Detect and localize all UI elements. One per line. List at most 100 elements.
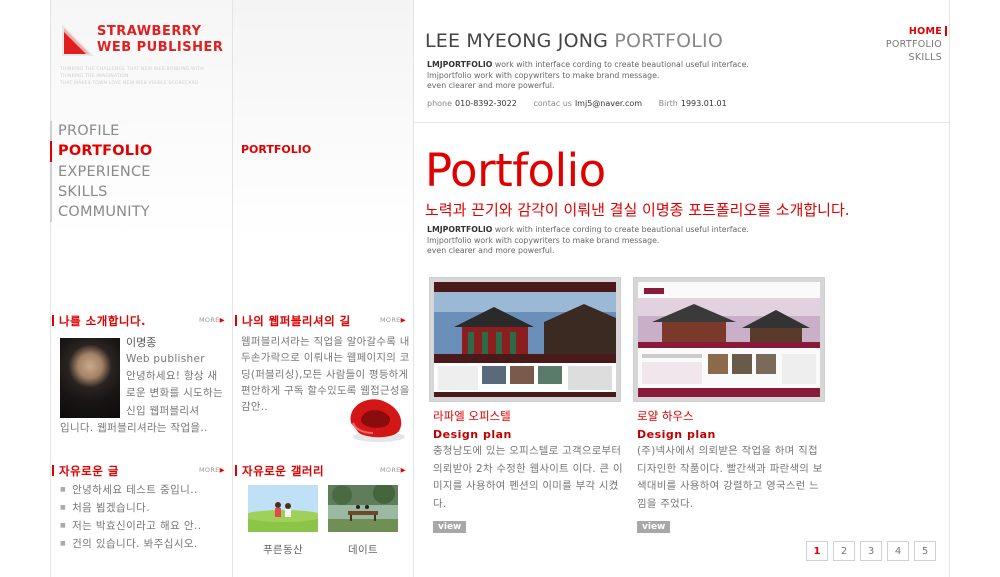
road-heading: 나의 웹퍼블리셔의 길 — [235, 313, 351, 329]
intro-heading: 나를 소개합니다. — [52, 313, 146, 329]
page-title: Portfolio — [425, 144, 606, 197]
more-arrow-icon: ▶ — [400, 316, 406, 324]
header-desc-line1: work with interface cording to create be… — [492, 60, 749, 69]
contact-info: phone 010-8392-3022 contac us lmj5@naver.c… — [427, 99, 741, 108]
screenshot-1-graphic — [434, 282, 616, 397]
site-screenshot-image — [434, 282, 616, 397]
page-button[interactable]: 2 — [833, 541, 855, 561]
board-more-label: MORE — [199, 466, 220, 474]
portfolio-title[interactable]: 라파엘 오피스텔 — [433, 408, 623, 424]
gallery-item[interactable]: 푸른동산 — [243, 485, 323, 557]
breadcrumb: PORTFOLIO — [241, 143, 312, 156]
logo-tagline-3: THAT MAKES TOWN LOVE NEW WEB VISIBLE SCO… — [60, 81, 199, 86]
page-subtitle: 노력과 끈기와 감각이 이뤄낸 결실 이명종 포트폴리오를 소개합니다. — [425, 201, 850, 219]
gallery-caption: 푸른동산 — [263, 544, 303, 556]
site-screenshot-image — [638, 282, 820, 397]
email-link[interactable]: lmj5@naver.com — [575, 99, 642, 108]
pagination: 1 2 3 4 5 — [806, 541, 936, 561]
site-title-suffix: PORTFOLIO — [614, 30, 723, 52]
topnav-home[interactable]: HOME — [886, 25, 942, 38]
logo-text: STRAWBERRY WEB PUBLISHER — [97, 24, 223, 56]
portfolio-description: 충청남도에 있는 오피스텔로 고객으로부터 의뢰받아 2차 수정한 웹사이트 이… — [433, 445, 623, 510]
top-nav: HOME PORTFOLIO SKILLS — [886, 25, 942, 64]
intro-more-label: MORE — [199, 316, 220, 324]
topnav-skills[interactable]: SKILLS — [886, 51, 942, 64]
gallery-heading: 자유로운 갤러리 — [235, 463, 324, 479]
gallery-list: 푸른동산 데이트 — [243, 482, 398, 557]
email-label: contac us — [533, 99, 572, 108]
profile-body: 안녕하세요! 항상 새로운 변화를 시도하는 신입 웹퍼블리셔 — [126, 370, 223, 417]
portfolio-subtitle: Design plan — [433, 428, 512, 441]
page-brand: LMJPORTFOLIO — [427, 225, 493, 234]
profile-text: Web publisher 안녕하세요! 항상 새로운 변화를 시도하는 신입 … — [60, 351, 225, 437]
page-button[interactable]: 3 — [860, 541, 882, 561]
header-description: LMJPORTFOLIO work with interface cording… — [427, 60, 749, 92]
profile-name: 이명종 — [126, 336, 157, 349]
phone-label: phone — [427, 99, 453, 108]
gallery-more-link[interactable]: MORE▶ — [380, 466, 406, 474]
road-more-label: MORE — [380, 316, 401, 324]
logo-tagline-1: THINKING THE CHALLENGE THAT NEW WEB BOND… — [60, 67, 204, 72]
birth-value: 1993.01.01 — [680, 99, 727, 108]
phone-value: 010-8392-3022 — [455, 99, 517, 108]
portfolio-subtitle: Design plan — [637, 428, 716, 441]
gallery-item[interactable]: 데이트 — [328, 482, 398, 557]
page-button[interactable]: 1 — [806, 541, 828, 561]
topnav-portfolio[interactable]: PORTFOLIO — [886, 38, 942, 51]
board-heading: 자유로운 글 — [52, 463, 119, 479]
screenshot-2-graphic — [638, 282, 820, 397]
page-button[interactable]: 5 — [914, 541, 936, 561]
logo-mark-icon — [62, 24, 94, 56]
more-arrow-icon: ▶ — [219, 316, 225, 324]
page-desc-line3: even clearer and more powerful. — [427, 246, 555, 255]
profile-tail: 입니다. 웹퍼블리셔라는 작업을.. — [60, 421, 208, 434]
page-button[interactable]: 4 — [887, 541, 909, 561]
main-nav: PROFILE PORTFOLIO EXPERIENCE SKILLS COMM… — [50, 121, 233, 223]
red-chair-image — [350, 399, 405, 442]
site-title: LEE MYEONG JONG PORTFOLIO — [425, 30, 723, 52]
portfolio-thumbnail[interactable] — [429, 277, 621, 402]
header-desc-line2: lmjportfolio work with copywriters to ma… — [427, 70, 660, 80]
more-arrow-icon: ▶ — [400, 466, 406, 474]
board-item[interactable]: 처음 뵙겠습니다. — [60, 499, 201, 517]
site-title-name: LEE MYEONG JONG — [425, 30, 609, 52]
topnav-marker — [945, 26, 947, 36]
header-divider — [414, 122, 950, 123]
portfolio-card: 로얄 하우스 Design plan (주)넥사에서 의뢰받은 작업을 하며 직… — [633, 277, 827, 533]
board-list: 안녕하세요 테스트 중입니.. 처음 뵙겠습니다. 저는 박효신이라고 해요 안… — [60, 481, 201, 553]
logo[interactable]: STRAWBERRY WEB PUBLISHER THINKING THE CH… — [60, 22, 230, 92]
intro-more-link[interactable]: MORE▶ — [199, 316, 225, 324]
gallery-caption: 데이트 — [348, 544, 378, 556]
nav-item-portfolio[interactable]: PORTFOLIO — [50, 141, 233, 162]
nav-item-experience[interactable]: EXPERIENCE — [50, 161, 233, 182]
nav-item-community[interactable]: COMMUNITY — [50, 202, 233, 223]
portfolio-title[interactable]: 로얄 하우스 — [637, 408, 827, 424]
portfolio-thumbnail[interactable] — [633, 277, 825, 402]
logo-line2: WEB PUBLISHER — [97, 40, 224, 55]
logo-tagline: THINKING THE CHALLENGE THAT NEW WEB BOND… — [60, 66, 204, 87]
nav-item-skills[interactable]: SKILLS — [50, 181, 233, 203]
page-description: LMJPORTFOLIO work with interface cording… — [427, 225, 749, 257]
logo-line1: STRAWBERRY — [97, 24, 202, 39]
nav-item-profile[interactable]: PROFILE — [50, 121, 233, 142]
logo-tagline-2: THINKING THE IMAGINATION — [60, 74, 129, 79]
board-item[interactable]: 건의 있습니다. 봐주십시오. — [60, 535, 201, 553]
header-desc-line3: even clearer and more powerful. — [427, 81, 555, 90]
portfolio-description: (주)넥사에서 의뢰받은 작업을 하며 직접 디자인한 작품이다. 빨간색과 파… — [637, 445, 823, 510]
gallery-thumbnail — [328, 482, 398, 532]
page-desc-line2: lmjportfolio work with copywriters to ma… — [427, 235, 660, 245]
birth-label: Birth — [658, 99, 678, 108]
board-item[interactable]: 저는 박효신이라고 해요 안.. — [60, 517, 201, 535]
board-more-link[interactable]: MORE▶ — [199, 466, 225, 474]
header-brand: LMJPORTFOLIO — [427, 60, 493, 69]
view-button[interactable]: view — [433, 521, 467, 533]
gallery-thumbnail — [243, 485, 323, 532]
board-item[interactable]: 안녕하세요 테스트 중입니.. — [60, 481, 201, 499]
gallery-more-label: MORE — [380, 466, 401, 474]
profile-role: Web publisher — [126, 353, 205, 365]
more-arrow-icon: ▶ — [219, 466, 225, 474]
view-button[interactable]: view — [637, 521, 671, 533]
page-desc-line1: work with interface cording to create be… — [492, 225, 749, 234]
portfolio-card: 라파엘 오피스텔 Design plan 충청남도에 있는 오피스텔로 고객으로… — [429, 277, 623, 533]
road-more-link[interactable]: MORE▶ — [380, 316, 406, 324]
